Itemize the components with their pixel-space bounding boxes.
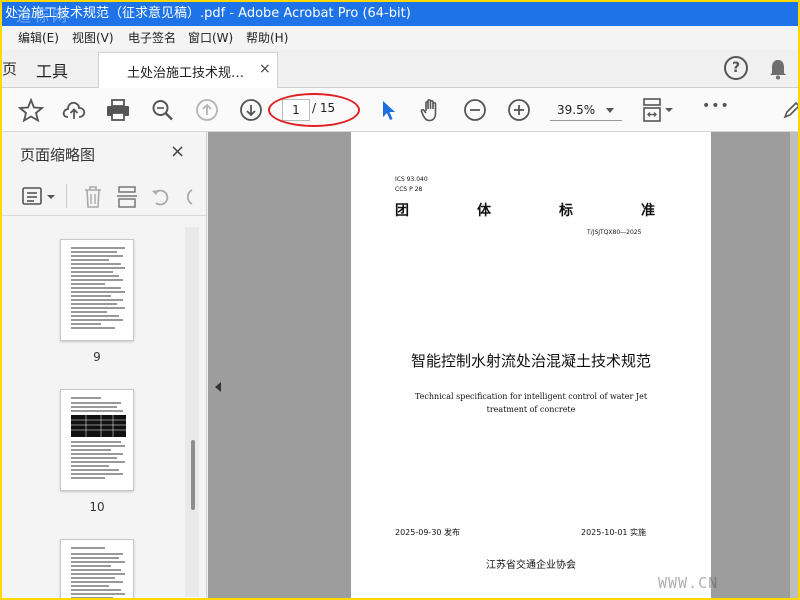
standard-code: T/JSJTQX80—2025 (587, 229, 642, 236)
zoom-in-icon[interactable] (506, 98, 532, 122)
thumbnail-panel-title: 页面缩略图 (20, 146, 96, 164)
standard-type-char: 准 (641, 203, 655, 219)
document-title-cn: 智能控制水射流处治混凝土技术规范 (410, 352, 651, 370)
annotation-ellipse (268, 93, 360, 127)
thumbnail-toolbar (2, 176, 207, 216)
select-cursor-icon[interactable] (375, 98, 401, 122)
page-thumbnail[interactable] (60, 389, 134, 491)
print-icon[interactable] (105, 98, 131, 122)
toolbar-divider (66, 184, 67, 208)
thumbnail-page-number: 9 (93, 350, 101, 364)
help-icon[interactable]: ? (724, 56, 748, 80)
menu-view[interactable]: 视图(V) (72, 26, 114, 50)
rotate-right-icon[interactable] (182, 186, 194, 208)
standard-type: 团 体 标 准 (395, 200, 655, 220)
upload-cloud-icon[interactable] (61, 98, 87, 122)
thumbnail-text-lines (71, 397, 126, 479)
ccs-code: CCS P 28 (395, 186, 423, 193)
pdf-page: ICS 93.040 CCS P 28 团 体 标 准 T/JSJTQX80—2… (351, 132, 711, 598)
standard-type-char: 体 (477, 203, 491, 219)
tab-close-icon[interactable]: × (259, 61, 271, 77)
document-scrollbar[interactable] (790, 132, 798, 598)
tab-bar: 页 工具 土处治施工技术规… × ? (2, 50, 798, 88)
thumbnail-scrollbar[interactable] (185, 227, 199, 597)
search-zoom-icon[interactable] (150, 98, 176, 122)
title-bar: 处治施工技术规范（征求意见稿）.pdf - Adobe Acrobat Pro … (2, 2, 798, 26)
zoom-dropdown-caret-icon[interactable] (606, 108, 614, 113)
page-thumbnail[interactable] (60, 539, 134, 598)
publish-date: 2025-09-30 发布 (395, 528, 461, 537)
next-page-icon[interactable] (238, 98, 264, 122)
title-watermark: 道标网 (16, 7, 71, 25)
document-viewport: ICS 93.040 CCS P 28 团 体 标 准 T/JSJTQX80—2… (208, 132, 798, 598)
menu-edit[interactable]: 编辑(E) (18, 26, 59, 50)
document-title-en: Technical specification for intelligent … (414, 392, 648, 414)
menu-help[interactable]: 帮助(H) (246, 26, 288, 50)
extract-pages-icon[interactable] (116, 185, 138, 209)
thumbnail-panel: 页面缩略图 × 9 10 (2, 132, 207, 598)
thumbnail-page-number: 10 (89, 500, 105, 514)
delete-trash-icon[interactable] (82, 185, 104, 209)
standard-type-char: 标 (559, 203, 573, 219)
menu-bar: 编辑(E) 视图(V) 电子签名 窗口(W) 帮助(H) (2, 26, 798, 50)
collapse-panel-arrow-icon[interactable] (215, 382, 221, 392)
bottom-watermark: WWW.CN (658, 574, 719, 592)
standard-type-char: 团 (395, 203, 409, 219)
rotate-left-icon[interactable] (150, 186, 172, 208)
acrobat-window: 处治施工技术规范（征求意见稿）.pdf - Adobe Acrobat Pro … (2, 2, 798, 598)
implement-date: 2025-10-01 实施 (581, 528, 647, 537)
zoom-out-icon[interactable] (462, 98, 488, 122)
bell-icon[interactable] (768, 58, 788, 80)
page-fit-icon[interactable] (641, 98, 675, 122)
thumbnail-options-icon[interactable] (22, 186, 58, 208)
tab-home[interactable]: 页 (2, 58, 17, 79)
tab-tools[interactable]: 工具 (36, 58, 68, 82)
tab-document-label: 土处治施工技术规… (127, 66, 245, 81)
ics-code: ICS 93.040 (395, 176, 428, 183)
edit-pen-icon[interactable] (782, 98, 798, 122)
more-tools-icon[interactable]: ••• (702, 98, 730, 114)
hand-tool-icon[interactable] (418, 98, 444, 122)
toolbar: 1 / 15 39.5% ••• (2, 88, 798, 132)
thumbnail-panel-close-icon[interactable]: × (170, 141, 185, 162)
zoom-value: 39.5% (557, 103, 596, 117)
star-icon[interactable] (18, 98, 44, 122)
menu-window[interactable]: 窗口(W) (188, 26, 233, 50)
previous-page-icon[interactable] (194, 98, 220, 122)
thumbnail-text-lines (71, 247, 125, 329)
page-thumbnail[interactable] (60, 239, 134, 341)
tab-document[interactable]: 土处治施工技术规… × (98, 52, 278, 88)
menu-esign[interactable]: 电子签名 (128, 26, 176, 50)
issuing-organization: 江苏省交通企业协会 (486, 560, 576, 571)
thumbnail-text-lines (71, 547, 125, 598)
thumbnail-scrollbar-thumb[interactable] (191, 440, 195, 510)
